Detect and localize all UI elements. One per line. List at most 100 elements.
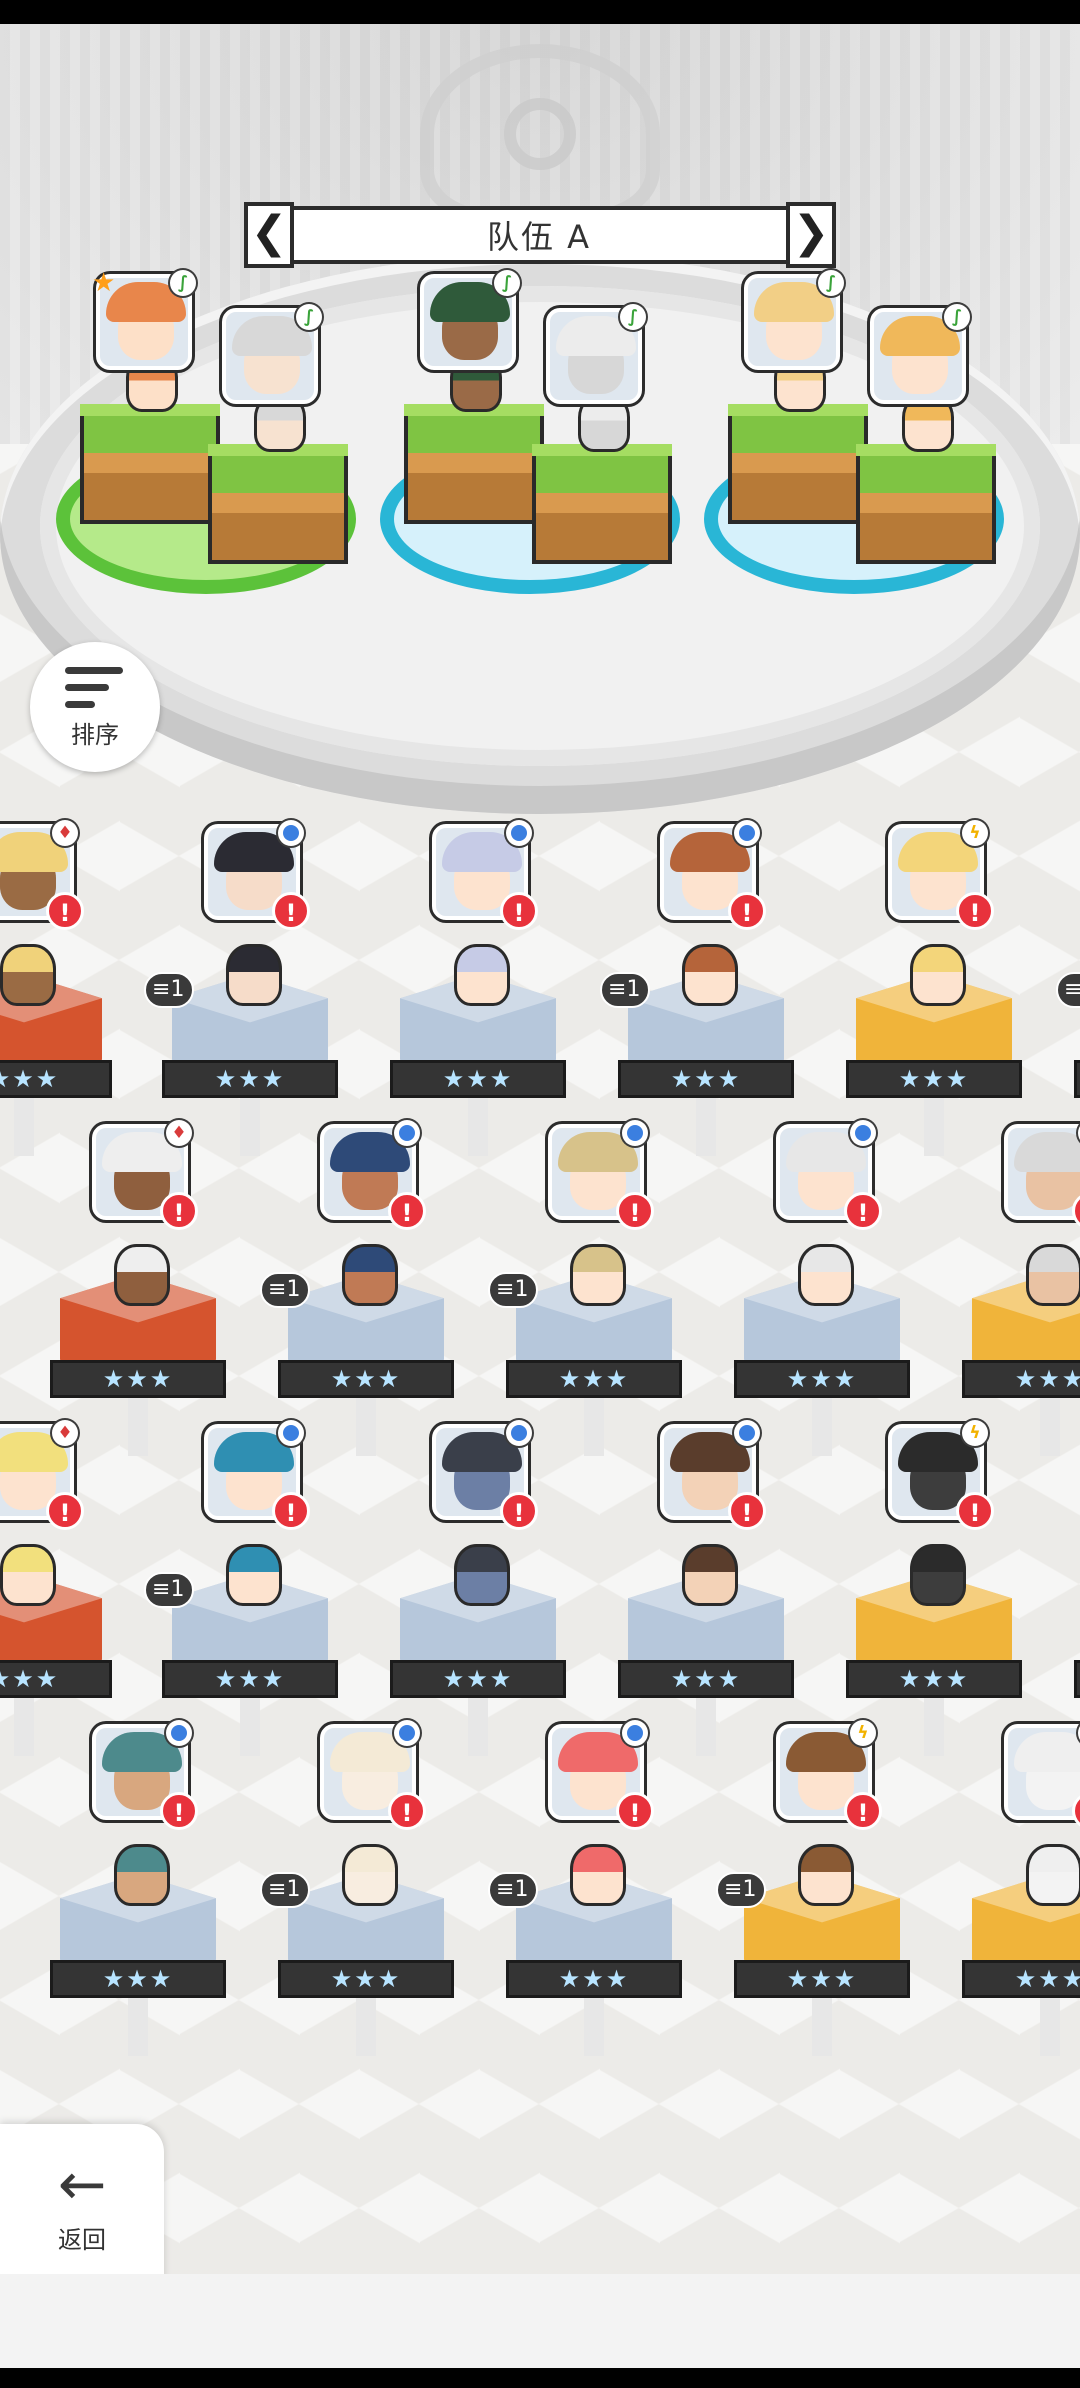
formation-portrait[interactable]: ∫ <box>222 304 322 404</box>
hero-card[interactable]: ★★★≡1! <box>488 1720 694 2056</box>
lightning-element-icon: ϟ <box>850 1720 876 1746</box>
hero-card[interactable]: ★★★≡1! <box>600 820 806 1156</box>
wind-element-icon: ∫ <box>944 304 970 330</box>
grass-block <box>728 404 868 524</box>
hero-portrait[interactable]: ! <box>320 1720 426 1830</box>
bottom-bar <box>0 2274 1080 2368</box>
pedestal-pole <box>128 1396 148 1456</box>
hero-sprite <box>682 1544 738 1606</box>
hero-portrait[interactable]: ! <box>432 820 538 930</box>
hero-portrait[interactable]: ϟ! <box>888 1420 994 1530</box>
pedestal-pole <box>468 1096 488 1156</box>
hero-portrait[interactable]: ϟ! <box>1004 1120 1080 1230</box>
star-rating: ★★★ <box>734 1360 910 1398</box>
hero-sprite <box>798 1844 854 1906</box>
hero-card[interactable]: ★★★ ♦! <box>38 1120 238 1456</box>
hero-sprite <box>910 1544 966 1606</box>
hero-card[interactable]: ★★★ ♦! <box>0 1420 124 1756</box>
formation-portrait[interactable]: ∫ <box>420 270 520 370</box>
team-selector: 队伍 A ❮ ❯ <box>244 202 836 272</box>
hero-card[interactable]: ★★★≡1! <box>260 1720 466 2056</box>
pedestal-pole <box>356 1396 376 1456</box>
formation-slot[interactable] <box>380 354 680 604</box>
formation-portrait[interactable]: ∫ <box>744 270 844 370</box>
back-arrow-icon: ← <box>57 2149 107 2218</box>
hero-portrait[interactable]: ♦! <box>0 1420 84 1530</box>
hero-card[interactable]: ★★★ ϟ! <box>950 1720 1080 2056</box>
prev-team-button[interactable]: ❮ <box>244 202 294 268</box>
layers-icon: ≡ <box>268 1277 287 1302</box>
hero-portrait[interactable]: ! <box>660 1420 766 1530</box>
water-element-icon <box>850 1120 876 1146</box>
hero-portrait[interactable]: ! <box>660 820 766 930</box>
hero-portrait[interactable]: ϟ! <box>776 1720 882 1830</box>
back-button[interactable]: ← 返回 <box>0 2124 164 2274</box>
hero-portrait[interactable]: ! <box>204 1420 310 1530</box>
formation-portrait[interactable]: ∫ ★ <box>92 268 196 370</box>
hero-card[interactable]: ★★★≡1! <box>488 1120 694 1456</box>
hero-portrait[interactable]: ! <box>204 820 310 930</box>
hero-portrait[interactable]: ϟ! <box>888 820 994 930</box>
layers-icon: ≡ <box>268 1877 287 1902</box>
hero-sprite <box>226 1544 282 1606</box>
duplicate-count: 1 <box>514 1877 529 1902</box>
hero-card[interactable]: ★★★ ≡1! <box>144 1420 350 1756</box>
alert-icon: ! <box>616 1792 654 1830</box>
pedestal-pole <box>812 1996 832 2056</box>
layers-icon: ≡ <box>1064 977 1080 1002</box>
alert-icon: ! <box>160 1792 198 1830</box>
star-rating: ★★★ <box>162 1060 338 1098</box>
hero-card[interactable]: ★★★! <box>38 1720 238 2056</box>
pedestal-pole <box>924 1696 944 1756</box>
hero-card[interactable]: ★★★ ϟ! <box>834 820 1034 1156</box>
hero-card[interactable]: ★★★! <box>378 1420 578 1756</box>
duplicate-count-badge: ≡1 <box>600 972 651 1008</box>
water-element-icon <box>734 1420 760 1446</box>
formation-slot[interactable] <box>56 354 356 604</box>
lightning-element-icon: ϟ <box>962 820 988 846</box>
duplicate-count-badge: ≡1 <box>144 1572 195 1608</box>
hero-card[interactable]: ★★★≡1! <box>1056 824 1080 1124</box>
next-team-button[interactable]: ❯ <box>786 202 836 268</box>
star-rating: ★★★ <box>278 1960 454 1998</box>
layers-icon: ≡ <box>496 1277 515 1302</box>
hero-card[interactable]: ★★★ ♦! <box>0 820 124 1156</box>
pedestal-pole <box>240 1096 260 1156</box>
formation-slot[interactable] <box>704 354 1004 604</box>
hero-portrait[interactable]: ! <box>776 1120 882 1230</box>
hero-card[interactable]: ★★★ ϟ! <box>950 1120 1080 1456</box>
star-rating: ★★★ <box>962 1360 1080 1398</box>
hero-portrait[interactable]: ! <box>92 1720 198 1830</box>
hero-card[interactable]: ★★★! <box>722 1120 922 1456</box>
hero-portrait[interactable]: ! <box>432 1420 538 1530</box>
star-rating: ★★★ <box>506 1360 682 1398</box>
star-rating: ★★★ <box>162 1660 338 1698</box>
hero-card[interactable]: ★★★! <box>606 1420 806 1756</box>
hero-portrait[interactable]: ϟ! <box>1004 1720 1080 1830</box>
pedestal-pole <box>1040 1996 1060 2056</box>
formation-portrait[interactable]: ∫ <box>546 304 646 404</box>
hero-card[interactable]: ★★★! <box>1062 1424 1080 1724</box>
hero-card[interactable]: ★★★≡1! <box>260 1120 466 1456</box>
layers-icon: ≡ <box>152 977 171 1002</box>
star-rating: ★★★ <box>0 1660 112 1698</box>
sort-button[interactable]: 排序 <box>30 642 160 772</box>
status-bar <box>0 0 1080 24</box>
pedestal-pole <box>924 1096 944 1156</box>
grass-block <box>404 404 544 524</box>
hero-portrait[interactable]: ♦! <box>92 1120 198 1230</box>
star-rating: ★★★ <box>846 1660 1022 1698</box>
alert-icon: ! <box>388 1192 426 1230</box>
hero-card[interactable]: ★★★! <box>378 820 578 1156</box>
hero-portrait[interactable]: ! <box>548 1120 654 1230</box>
hero-portrait[interactable]: ! <box>548 1720 654 1830</box>
hero-sprite <box>114 1244 170 1306</box>
hero-portrait[interactable]: ! <box>320 1120 426 1230</box>
formation-portrait[interactable]: ∫ <box>870 304 970 404</box>
hero-portrait[interactable]: ♦! <box>0 820 84 930</box>
alert-icon: ! <box>956 892 994 930</box>
hero-card[interactable]: ★★★≡1! <box>144 820 350 1156</box>
water-element-icon <box>734 820 760 846</box>
hero-card[interactable]: ★★★ ≡1 ϟ! <box>716 1720 922 2056</box>
hero-card[interactable]: ★★★ ϟ! <box>834 1420 1034 1756</box>
